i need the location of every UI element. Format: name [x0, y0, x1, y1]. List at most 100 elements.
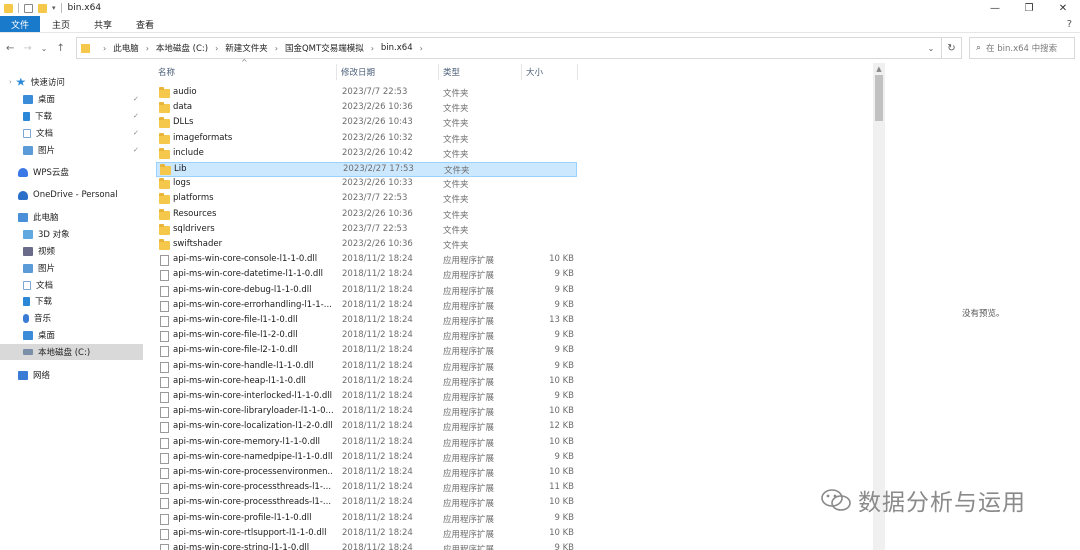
column-header-name[interactable]: 名称	[158, 64, 175, 80]
breadcrumb-item[interactable]: 国金QMT交易端模拟	[285, 42, 364, 54]
nav-documents[interactable]: 文档 ✓	[23, 125, 139, 141]
file-row[interactable]: api-ms-win-core-processenvironmen... 2018…	[156, 466, 577, 481]
close-button[interactable]: ✕	[1046, 0, 1080, 16]
back-button[interactable]: ←	[6, 43, 14, 54]
tab-share[interactable]: 共享	[82, 16, 124, 32]
column-divider[interactable]	[521, 64, 522, 80]
file-row[interactable]: imageformats 2023/2/26 10:32 文件夹	[156, 132, 577, 147]
recent-locations-button[interactable]: ⌄	[41, 44, 48, 53]
tab-file[interactable]: 文件	[0, 16, 41, 32]
forward-button[interactable]: →	[23, 43, 31, 54]
chevron-right-icon[interactable]: ›	[420, 44, 423, 53]
address-bar[interactable]: › 此电脑 › 本地磁盘 (C:) › 新建文件夹 › 国金QMT交易端模拟 ›…	[76, 37, 962, 59]
vertical-scrollbar[interactable]: ▲	[873, 63, 885, 550]
file-row[interactable]: api-ms-win-core-file-l2-1-0.dll 2018/11/2…	[156, 344, 577, 359]
file-row[interactable]: data 2023/2/26 10:36 文件夹	[156, 101, 577, 116]
file-row[interactable]: api-ms-win-core-profile-l1-1-0.dll 2018/1…	[156, 512, 577, 527]
column-divider[interactable]	[577, 64, 578, 80]
customize-toolbar-icon[interactable]: ▾	[52, 4, 56, 12]
nav-pictures-pc[interactable]: 图片	[23, 260, 55, 276]
chevron-right-icon[interactable]: ›	[9, 78, 12, 86]
file-row[interactable]: api-ms-win-core-file-l1-2-0.dll 2018/11/2…	[156, 329, 577, 344]
properties-icon[interactable]	[24, 3, 33, 13]
file-row[interactable]: platforms 2023/7/7 22:53 文件夹	[156, 192, 577, 207]
dll-file-icon	[160, 376, 169, 388]
breadcrumb-item[interactable]: bin.x64	[381, 43, 413, 53]
nav-wps-cloud[interactable]: WPS云盘	[18, 164, 69, 180]
chevron-right-icon[interactable]: ›	[215, 44, 218, 53]
refresh-button[interactable]: ↻	[941, 38, 961, 58]
nav-3d-objects[interactable]: 3D 对象	[23, 226, 70, 242]
nav-network[interactable]: 网络	[18, 367, 50, 383]
nav-music[interactable]: 音乐	[23, 310, 51, 326]
nav-onedrive[interactable]: OneDrive - Personal	[18, 187, 118, 203]
file-date: 2018/11/2 18:24	[342, 375, 413, 386]
nav-desktop[interactable]: 桌面 ✓	[23, 91, 139, 107]
column-header-date[interactable]: 修改日期	[341, 64, 375, 80]
file-row[interactable]: swiftshader 2023/2/26 10:36 文件夹	[156, 238, 577, 253]
file-row[interactable]: api-ms-win-core-errorhandling-l1-1-... 20…	[156, 299, 577, 314]
file-size: 9 KB	[554, 543, 574, 550]
folder-icon[interactable]	[4, 3, 13, 13]
pin-icon[interactable]: ✓	[133, 95, 139, 103]
file-row[interactable]: api-ms-win-core-processthreads-l1-... 201…	[156, 481, 577, 496]
file-row[interactable]: api-ms-win-core-heap-l1-1-0.dll 2018/11/2…	[156, 375, 577, 390]
file-row[interactable]: audio 2023/7/7 22:53 文件夹	[156, 86, 577, 101]
chevron-right-icon[interactable]: ›	[146, 44, 149, 53]
nav-documents-pc[interactable]: 文档	[23, 277, 53, 293]
file-row[interactable]: api-ms-win-core-libraryloader-l1-1-0... 2…	[156, 405, 577, 420]
file-type: 应用程序扩展	[443, 438, 495, 449]
file-row[interactable]: api-ms-win-core-debug-l1-1-0.dll 2018/11/…	[156, 284, 577, 299]
nav-videos[interactable]: 视频	[23, 243, 55, 259]
file-row[interactable]: sqldrivers 2023/7/7 22:53 文件夹	[156, 223, 577, 238]
file-row[interactable]: api-ms-win-core-rtlsupport-l1-1-0.dll 201…	[156, 527, 577, 542]
pin-icon[interactable]: ✓	[133, 112, 139, 120]
breadcrumb-item[interactable]: 新建文件夹	[225, 42, 268, 54]
breadcrumb-item[interactable]: 此电脑	[113, 42, 139, 54]
nav-downloads[interactable]: 下载 ✓	[23, 108, 139, 124]
nav-downloads-pc[interactable]: 下载	[23, 293, 52, 309]
new-folder-icon[interactable]	[38, 3, 47, 13]
file-row[interactable]: api-ms-win-core-namedpipe-l1-1-0.dll 2018…	[156, 451, 577, 466]
column-divider[interactable]	[336, 64, 337, 80]
pin-icon[interactable]: ✓	[133, 129, 139, 137]
file-row[interactable]: api-ms-win-core-console-l1-1-0.dll 2018/1…	[156, 253, 577, 268]
up-button[interactable]: ↑	[56, 43, 64, 54]
column-divider[interactable]	[438, 64, 439, 80]
file-row[interactable]: api-ms-win-core-processthreads-l1-... 201…	[156, 496, 577, 511]
minimize-button[interactable]: —	[978, 0, 1012, 16]
file-row[interactable]: api-ms-win-core-handle-l1-1-0.dll 2018/11…	[156, 360, 577, 375]
nav-quick-access[interactable]: › 快速访问	[9, 74, 65, 90]
file-type: 应用程序扩展	[443, 545, 495, 550]
file-row[interactable]: Lib 2023/2/27 17:53 文件夹	[156, 162, 577, 177]
column-header-type[interactable]: 类型	[443, 64, 460, 80]
nav-pictures[interactable]: 图片 ✓	[23, 142, 139, 158]
scroll-up-button[interactable]: ▲	[873, 63, 885, 75]
file-row[interactable]: api-ms-win-core-localization-l1-2-0.dll 2…	[156, 420, 577, 435]
chevron-right-icon[interactable]: ›	[371, 44, 374, 53]
column-header-size[interactable]: 大小	[526, 64, 543, 80]
tab-view[interactable]: 查看	[124, 16, 166, 32]
file-date: 2018/11/2 18:24	[342, 543, 413, 550]
nav-desktop-pc[interactable]: 桌面	[23, 327, 55, 343]
help-button[interactable]: ?	[1067, 16, 1080, 32]
file-row[interactable]: api-ms-win-core-memory-l1-1-0.dll 2018/11…	[156, 436, 577, 451]
breadcrumb-item[interactable]: 本地磁盘 (C:)	[156, 42, 208, 54]
pin-icon[interactable]: ✓	[133, 146, 139, 154]
maximize-button[interactable]: ❐	[1012, 0, 1046, 16]
file-row[interactable]: api-ms-win-core-datetime-l1-1-0.dll 2018/…	[156, 268, 577, 283]
file-row[interactable]: api-ms-win-core-interlocked-l1-1-0.dll 20…	[156, 390, 577, 405]
nav-local-disk-c[interactable]: 本地磁盘 (C:)	[0, 344, 143, 360]
file-row[interactable]: DLLs 2023/2/26 10:43 文件夹	[156, 116, 577, 131]
file-row[interactable]: Resources 2023/2/26 10:36 文件夹	[156, 208, 577, 223]
file-row[interactable]: include 2023/2/26 10:42 文件夹	[156, 147, 577, 162]
file-row[interactable]: api-ms-win-core-file-l1-1-0.dll 2018/11/2…	[156, 314, 577, 329]
nav-this-pc[interactable]: 此电脑	[18, 209, 59, 225]
file-row[interactable]: logs 2023/2/26 10:33 文件夹	[156, 177, 577, 192]
chevron-right-icon[interactable]: ›	[275, 44, 278, 53]
file-row[interactable]: api-ms-win-core-string-l1-1-0.dll 2018/11…	[156, 542, 577, 550]
scroll-thumb[interactable]	[875, 75, 883, 121]
tab-home[interactable]: 主页	[40, 16, 82, 32]
search-input[interactable]: ⌕ 在 bin.x64 中搜索	[969, 37, 1075, 59]
address-dropdown-button[interactable]: ⌄	[921, 38, 941, 58]
